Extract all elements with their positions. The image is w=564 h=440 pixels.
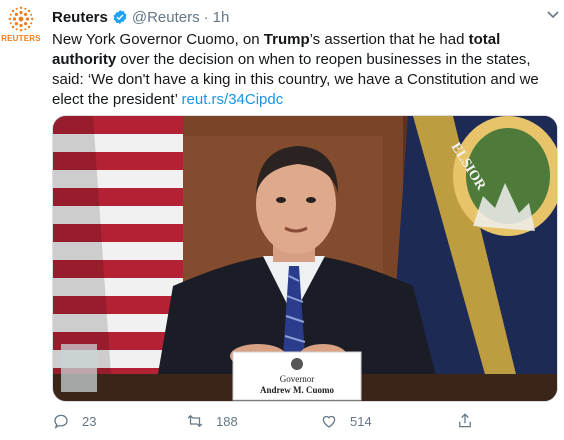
separator-dot: · (203, 8, 209, 26)
tweet-media-image[interactable]: ELSIOR Governor Andrew M. Cuomo (52, 115, 558, 402)
tweet-text-part: ’s assertion that he had (309, 31, 469, 48)
share-button[interactable] (456, 412, 486, 430)
retweet-count: 188 (216, 413, 238, 429)
tweet-text-part: over the decision on when to reopen busi… (52, 51, 539, 108)
avatar[interactable]: REUTERS (0, 4, 42, 44)
brand-wordmark: REUTERS (1, 34, 41, 43)
nameplate-line2: Andrew M. Cuomo (260, 385, 335, 395)
nameplate-line1: Governor (280, 374, 315, 384)
tweet-header: Reuters @Reuters · 1h (52, 8, 229, 26)
reply-button[interactable]: 23 (52, 412, 96, 430)
retweet-button[interactable]: 188 (186, 412, 238, 430)
chevron-down-icon[interactable] (545, 6, 561, 22)
reply-count: 23 (82, 413, 97, 429)
tweet-text-part: New York Governor Cuomo, on (52, 31, 264, 48)
reuters-logo-icon (8, 6, 34, 32)
retweet-icon (187, 414, 203, 428)
heart-icon (322, 415, 336, 428)
press-conference-photo: ELSIOR Governor Andrew M. Cuomo (53, 116, 557, 401)
reply-icon (54, 414, 68, 429)
user-handle[interactable]: @Reuters (132, 9, 200, 26)
share-icon (459, 413, 471, 428)
tweet-text: New York Governor Cuomo, on Trump’s asse… (52, 30, 557, 110)
tweet-link[interactable]: reut.rs/34Cipdc (182, 91, 284, 108)
tweet-actions: 23 188 514 (52, 412, 522, 434)
display-name[interactable]: Reuters (52, 9, 108, 26)
like-button[interactable]: 514 (320, 412, 372, 430)
verified-badge-icon (113, 10, 127, 24)
like-count: 514 (350, 413, 372, 429)
tweet-text-bold: Trump (263, 31, 310, 48)
timestamp[interactable]: 1h (213, 9, 230, 26)
